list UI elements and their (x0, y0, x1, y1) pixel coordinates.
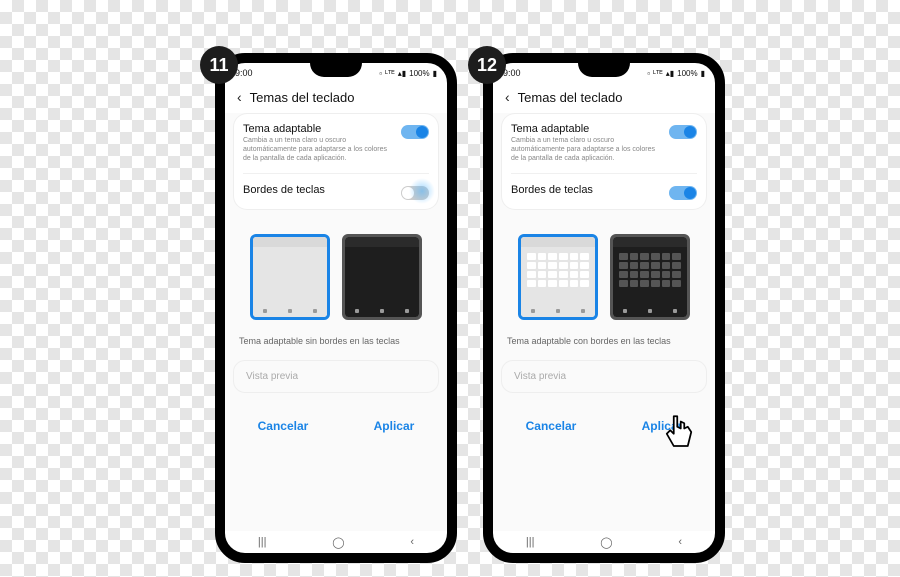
tema-adaptable-title: Tema adaptable (243, 123, 393, 135)
theme-preview-dark[interactable] (342, 234, 422, 320)
wifi-icon: ▴▮ (666, 69, 674, 78)
android-nav-bar: ||| ◯ ‹ (493, 531, 715, 553)
preview-input[interactable]: Vista previa (233, 360, 439, 393)
apply-button[interactable]: Aplicar (374, 419, 415, 433)
step-badge-11: 11 (200, 46, 238, 84)
lte-icon: ᴸᵀᴱ (653, 69, 663, 78)
back-button[interactable]: ‹ (237, 89, 242, 105)
home-button[interactable]: ◯ (332, 536, 344, 549)
status-time: 9:00 (235, 68, 253, 78)
back-button[interactable]: ‹ (505, 89, 510, 105)
battery-icon: ▮ (701, 69, 705, 78)
row-tema-adaptable[interactable]: Tema adaptable Cambia a un tema claro u … (501, 113, 707, 173)
wifi-icon: ▴▮ (398, 69, 406, 78)
home-button[interactable]: ◯ (600, 536, 612, 549)
tap-highlight-icon (409, 178, 435, 204)
title-bar: ‹ Temas del teclado (225, 83, 447, 113)
preview-input[interactable]: Vista previa (501, 360, 707, 393)
settings-card: Tema adaptable Cambia a un tema claro u … (501, 113, 707, 210)
phone-notch (310, 63, 362, 77)
page-title: Temas del teclado (250, 90, 355, 105)
phone-notch (578, 63, 630, 77)
bordes-title: Bordes de teclas (511, 184, 661, 196)
title-bar: ‹ Temas del teclado (493, 83, 715, 113)
content-area: Tema adaptable Cambia a un tema claro u … (493, 113, 715, 531)
battery-icon: ▮ (433, 69, 437, 78)
battery-text: 100% (677, 69, 697, 78)
theme-preview-light[interactable] (250, 234, 330, 320)
bordes-title: Bordes de teclas (243, 184, 393, 196)
theme-previews (493, 218, 715, 332)
preview-description: Tema adaptable con bordes en las teclas (493, 332, 715, 360)
android-nav-bar: ||| ◯ ‹ (225, 531, 447, 553)
canvas: 11 12 9:00 ▫ ᴸᵀᴱ ▴▮ 100% ▮ ‹ Temas del t… (0, 0, 900, 577)
phone-step-12: 9:00 ▫ ᴸᵀᴱ ▴▮ 100% ▮ ‹ Temas del teclado… (483, 53, 725, 563)
row-bordes[interactable]: Bordes de teclas (233, 174, 439, 210)
status-icons: ▫ ᴸᵀᴱ ▴▮ 100% ▮ (379, 69, 437, 78)
signal-icon: ▫ (379, 69, 382, 78)
settings-card: Tema adaptable Cambia a un tema claro u … (233, 113, 439, 210)
theme-previews (225, 218, 447, 332)
theme-preview-light[interactable] (518, 234, 598, 320)
status-time: 9:00 (503, 68, 521, 78)
cancel-button[interactable]: Cancelar (258, 419, 309, 433)
tema-adaptable-sub: Cambia a un tema claro u oscuro automáti… (243, 137, 393, 163)
page-title: Temas del teclado (518, 90, 623, 105)
tema-adaptable-toggle[interactable] (669, 125, 697, 139)
step-badge-12: 12 (468, 46, 506, 84)
battery-text: 100% (409, 69, 429, 78)
theme-preview-dark[interactable] (610, 234, 690, 320)
tema-adaptable-sub: Cambia a un tema claro u oscuro automáti… (511, 137, 661, 163)
cancel-button[interactable]: Cancelar (526, 419, 577, 433)
recents-button[interactable]: ||| (258, 536, 267, 548)
tema-adaptable-toggle[interactable] (401, 125, 429, 139)
content-area: Tema adaptable Cambia a un tema claro u … (225, 113, 447, 531)
action-bar: Cancelar Aplicar (493, 393, 715, 441)
recents-button[interactable]: ||| (526, 536, 535, 548)
apply-button[interactable]: Aplicar (642, 419, 683, 433)
action-bar: Cancelar Aplicar (225, 393, 447, 441)
row-tema-adaptable[interactable]: Tema adaptable Cambia a un tema claro u … (233, 113, 439, 173)
back-nav-button[interactable]: ‹ (410, 536, 414, 548)
tema-adaptable-title: Tema adaptable (511, 123, 661, 135)
lte-icon: ᴸᵀᴱ (385, 69, 395, 78)
status-icons: ▫ ᴸᵀᴱ ▴▮ 100% ▮ (647, 69, 705, 78)
preview-description: Tema adaptable sin bordes en las teclas (225, 332, 447, 360)
row-bordes[interactable]: Bordes de teclas (501, 174, 707, 210)
phone-step-11: 9:00 ▫ ᴸᵀᴱ ▴▮ 100% ▮ ‹ Temas del teclado… (215, 53, 457, 563)
back-nav-button[interactable]: ‹ (678, 536, 682, 548)
signal-icon: ▫ (647, 69, 650, 78)
bordes-toggle[interactable] (669, 186, 697, 200)
